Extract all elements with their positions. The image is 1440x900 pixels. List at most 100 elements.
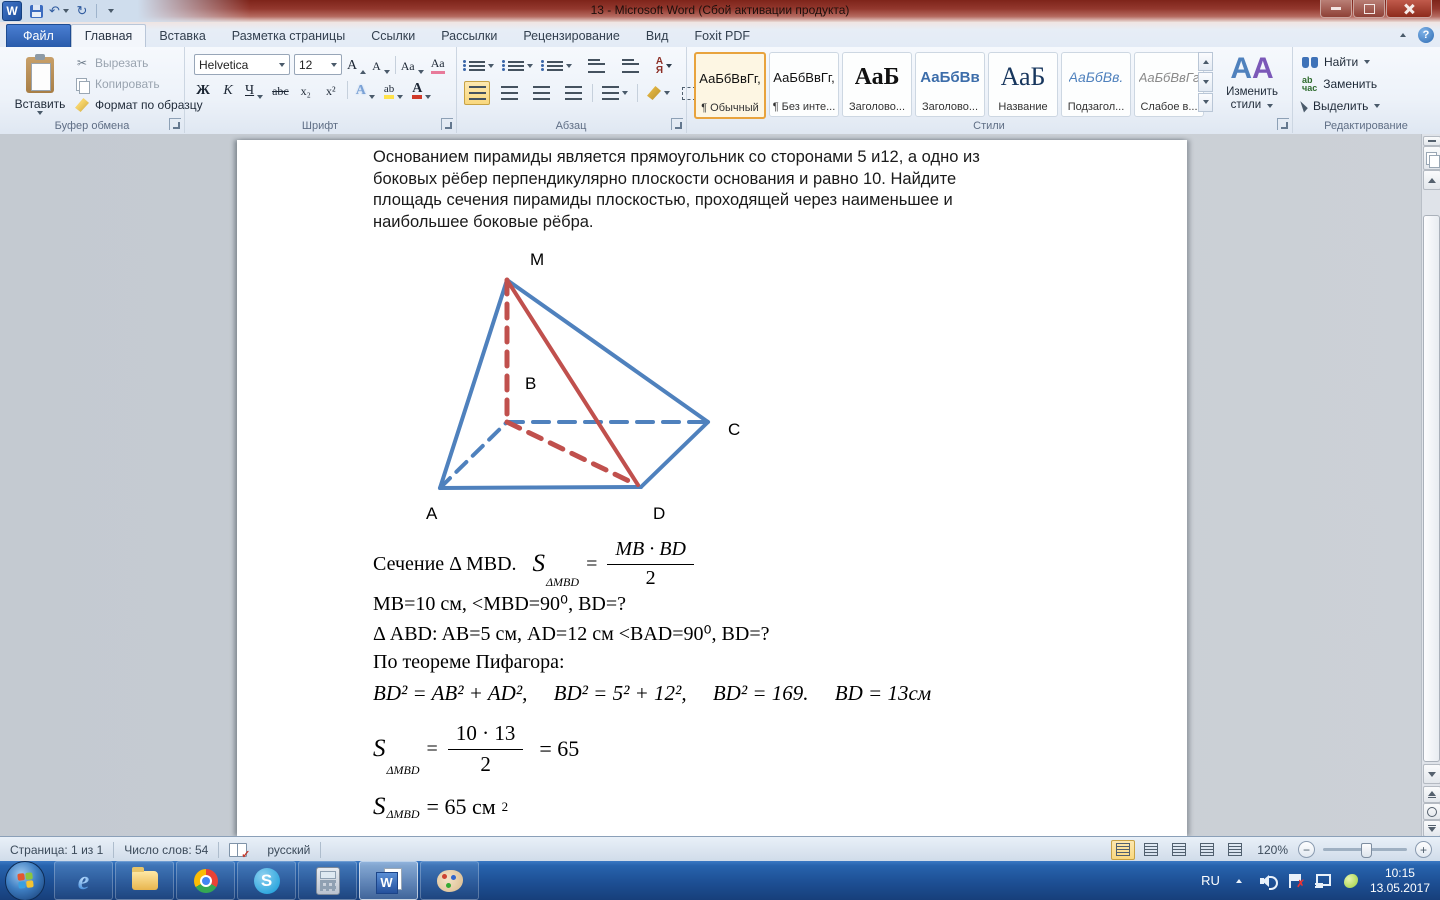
split-handle[interactable] [1423,136,1440,146]
styles-scroll-down[interactable] [1198,72,1213,92]
tab-home[interactable]: Главная [70,24,147,47]
subscript-button[interactable]: x₂ [297,81,315,99]
numbering-button[interactable] [502,54,536,78]
language-indicator[interactable]: русский [257,837,320,862]
style-subtitle[interactable]: АаБбВв. Подзагол... [1061,52,1131,117]
shading-button[interactable] [644,81,673,105]
strikethrough-button[interactable]: abc [271,81,290,99]
paragraph-dialog-launcher[interactable] [671,118,683,130]
bold-button[interactable]: Ж [194,81,212,99]
help-button[interactable]: ? [1418,27,1434,43]
select-button[interactable]: Выделить [1300,99,1381,113]
paste-button[interactable]: Вставить [8,53,72,127]
font-family-combo[interactable]: Helvetica [194,54,290,75]
tab-insert[interactable]: Вставка [146,25,218,47]
start-button[interactable] [5,860,45,900]
styles-dialog-launcher[interactable] [1277,118,1289,130]
previous-page-button[interactable] [1423,786,1440,803]
taskbar-paint[interactable] [420,861,479,900]
language-badge[interactable]: RU [1201,873,1220,888]
styles-scroll-up[interactable] [1198,52,1213,72]
font-dialog-launcher[interactable] [441,118,453,130]
view-draft-button[interactable] [1223,840,1247,860]
taskbar-internet-explorer[interactable]: e [54,861,113,900]
align-center-button[interactable] [496,81,522,105]
view-outline-button[interactable] [1195,840,1219,860]
style-heading1[interactable]: АаБ Заголово... [842,52,912,117]
italic-button[interactable]: К [219,81,237,99]
align-left-button[interactable] [464,81,490,105]
clock[interactable]: 10:15 13.05.2017 [1370,866,1430,896]
clipboard-dialog-launcher[interactable] [169,118,181,130]
decrease-indent-button[interactable] [583,54,609,78]
ruler-toggle-button[interactable] [1423,146,1440,170]
zoom-slider-thumb[interactable] [1361,843,1372,858]
restore-button[interactable] [1353,0,1385,18]
taskbar-file-explorer[interactable] [115,861,174,900]
grow-font-button[interactable]: А [346,56,367,74]
style-normal[interactable]: АаБбВвГг, ¶ Обычный [694,52,766,119]
tab-file[interactable]: Файл [6,24,71,47]
change-styles-button[interactable]: АА Изменить стили [1220,52,1284,126]
style-heading2[interactable]: АаБбВв Заголово... [915,52,985,117]
clear-formatting-button[interactable]: Аа [429,56,447,74]
document-page[interactable]: Основанием пирамиды является прямоугольн… [237,140,1187,836]
tab-foxit-pdf[interactable]: Foxit PDF [681,25,763,47]
zoom-out-button[interactable]: − [1298,841,1315,858]
font-color-label: А [412,82,423,99]
select-browse-object-button[interactable] [1423,803,1440,820]
word-count-indicator[interactable]: Число слов: 54 [114,837,218,862]
page-number-indicator[interactable]: Страница: 1 из 1 [0,837,113,862]
justify-button[interactable] [560,81,586,105]
style-subtle-emphasis[interactable]: АаБбВвГг Слабое в... [1134,52,1204,117]
show-hidden-icons-button[interactable] [1230,872,1248,890]
increase-indent-button[interactable] [617,54,643,78]
change-case-button[interactable]: Аа [400,56,425,74]
spellcheck-indicator[interactable] [219,837,257,862]
align-right-button[interactable] [528,81,554,105]
volume-button[interactable] [1258,872,1278,890]
close-button[interactable] [1386,0,1432,18]
scroll-down-button[interactable] [1423,764,1440,784]
style-title[interactable]: АаБ Название [988,52,1058,117]
tab-view[interactable]: Вид [633,25,682,47]
font-color-button[interactable]: А [411,81,432,99]
sort-button[interactable]: АЯ [651,54,677,78]
view-web-layout-button[interactable] [1167,840,1191,860]
tab-review[interactable]: Рецензирование [510,25,633,47]
multilevel-list-button[interactable] [541,54,575,78]
text-effects-button[interactable]: А [355,81,376,99]
tab-references[interactable]: Ссылки [358,25,428,47]
action-center-button[interactable]: ✗ [1286,872,1305,890]
shrink-font-button[interactable]: А [371,56,391,74]
zoom-level-button[interactable]: 120% [1251,843,1294,857]
scroll-up-button[interactable] [1423,170,1440,190]
zoom-in-button[interactable]: + [1415,841,1432,858]
line-spacing-button[interactable] [599,81,631,105]
vertical-scrollbar[interactable] [1421,134,1440,836]
tab-page-layout[interactable]: Разметка страницы [219,25,358,47]
find-button[interactable]: Найти [1302,55,1380,69]
zoom-slider[interactable] [1323,843,1407,858]
taskbar-word-active[interactable]: W [359,861,418,900]
replace-button[interactable]: ab чac Заменить [1302,76,1380,93]
underline-button[interactable]: Ч [244,81,264,99]
collapse-ribbon-button[interactable] [1396,28,1410,42]
taskbar-calculator[interactable] [298,861,357,900]
taskbar-chrome[interactable] [176,861,235,900]
styles-gallery-expand[interactable] [1198,92,1213,112]
tray-app-button[interactable] [1342,872,1360,890]
highlight-button[interactable]: ab [383,81,404,99]
scrollbar-thumb[interactable] [1423,215,1440,762]
network-button[interactable] [1314,872,1332,890]
font-size-combo[interactable]: 12 [294,54,342,75]
style-no-spacing[interactable]: АаБбВвГг, ¶ Без инте... [769,52,839,117]
view-print-layout-button[interactable] [1111,839,1136,860]
minimize-button[interactable] [1320,0,1352,18]
superscript-button[interactable]: x² [322,81,340,99]
bullets-button[interactable] [463,54,497,78]
taskbar-skype[interactable]: S [237,861,296,900]
next-page-button[interactable] [1423,820,1440,836]
view-fullscreen-reading-button[interactable] [1139,840,1163,860]
tab-mailings[interactable]: Рассылки [428,25,510,47]
